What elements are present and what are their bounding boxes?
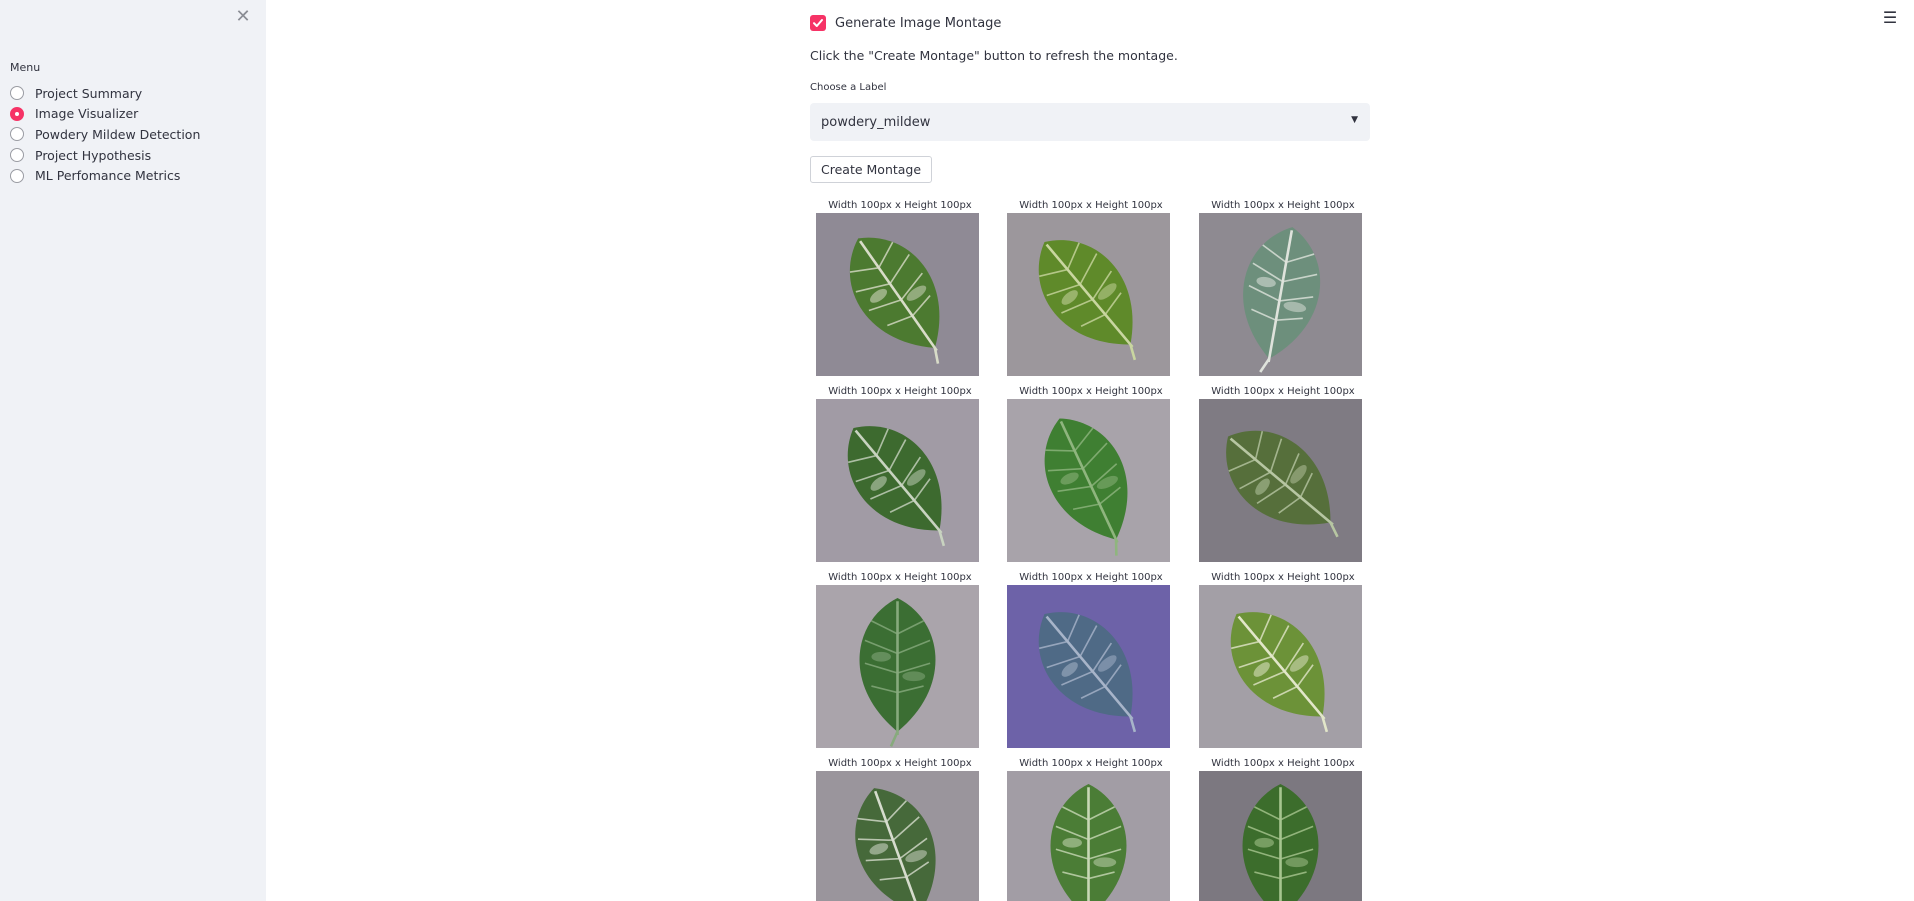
image-caption: Width 100px x Height 100px <box>1211 386 1355 397</box>
generate-montage-checkbox[interactable]: Generate Image Montage <box>810 15 1001 31</box>
image-caption: Width 100px x Height 100px <box>1019 386 1163 397</box>
info-text: Click the "Create Montage" button to ref… <box>810 48 1178 63</box>
image-caption: Width 100px x Height 100px <box>828 386 972 397</box>
image-caption: Width 100px x Height 100px <box>828 758 972 769</box>
image-caption: Width 100px x Height 100px <box>1211 200 1355 211</box>
image-caption: Width 100px x Height 100px <box>1019 200 1163 211</box>
radio-label: ML Perfomance Metrics <box>35 168 181 184</box>
radio-button-icon[interactable] <box>10 148 24 163</box>
image-caption: Width 100px x Height 100px <box>1019 572 1163 583</box>
montage-cell: Width 100px x Height 100px <box>1193 199 1370 376</box>
montage-cell: Width 100px x Height 100px <box>810 199 990 376</box>
leaf-image <box>816 771 979 901</box>
leaf-image <box>1199 771 1362 901</box>
menu-radio-powdery-mildew-detection[interactable]: Powdery Mildew Detection <box>10 124 200 145</box>
montage-cell: Width 100px x Height 100px <box>1193 571 1370 748</box>
menu-radio-project-summary[interactable]: Project Summary <box>10 83 200 104</box>
radio-label: Powdery Mildew Detection <box>35 126 201 142</box>
menu-radio-group: Project Summary Image Visualizer Powdery… <box>10 83 200 186</box>
label-select[interactable]: powdery_mildew ▼ <box>810 103 1370 141</box>
montage-cell: Width 100px x Height 100px <box>1001 757 1181 901</box>
radio-button-selected-icon[interactable] <box>10 106 24 121</box>
menu-radio-ml-performance-metrics[interactable]: ML Perfomance Metrics <box>10 165 200 186</box>
checkbox-label: Generate Image Montage <box>835 15 1002 31</box>
montage-cell: Width 100px x Height 100px <box>810 571 990 748</box>
radio-button-icon[interactable] <box>10 86 24 101</box>
montage-cell: Width 100px x Height 100px <box>1001 199 1181 376</box>
radio-button-icon[interactable] <box>10 127 24 142</box>
montage-cell: Width 100px x Height 100px <box>1193 385 1370 562</box>
leaf-image <box>816 399 979 562</box>
close-sidebar-icon[interactable]: ✕ <box>235 7 251 27</box>
image-caption: Width 100px x Height 100px <box>828 200 972 211</box>
menu-radio-project-hypothesis[interactable]: Project Hypothesis <box>10 145 200 166</box>
image-montage-grid: Width 100px x Height 100px Width 100px x … <box>810 199 1370 901</box>
select-label: Choose a Label <box>810 82 887 93</box>
checkbox-checked-icon[interactable] <box>810 15 826 31</box>
radio-label: Project Summary <box>35 85 143 101</box>
montage-cell: Width 100px x Height 100px <box>810 757 990 901</box>
leaf-image <box>1007 771 1170 901</box>
montage-cell: Width 100px x Height 100px <box>810 385 990 562</box>
montage-cell: Width 100px x Height 100px <box>1001 571 1181 748</box>
dropdown-caret-icon: ▼ <box>1351 115 1358 125</box>
leaf-image <box>1199 399 1362 562</box>
menu-radio-image-visualizer[interactable]: Image Visualizer <box>10 104 200 125</box>
radio-label: Image Visualizer <box>35 106 139 122</box>
hamburger-menu-icon[interactable]: ☰ <box>1880 8 1900 28</box>
menu-title: Menu <box>10 61 41 74</box>
montage-cell: Width 100px x Height 100px <box>1193 757 1370 901</box>
leaf-image <box>816 585 979 748</box>
create-montage-button[interactable]: Create Montage <box>810 156 933 183</box>
radio-button-icon[interactable] <box>10 168 24 183</box>
sidebar: ✕ Menu Project Summary Image Visualizer … <box>0 0 266 901</box>
leaf-image <box>1007 399 1170 562</box>
leaf-image <box>1199 585 1362 748</box>
leaf-image <box>816 213 979 376</box>
image-caption: Width 100px x Height 100px <box>1211 758 1355 769</box>
leaf-image <box>1199 213 1362 376</box>
radio-label: Project Hypothesis <box>35 147 152 163</box>
image-caption: Width 100px x Height 100px <box>1019 758 1163 769</box>
image-caption: Width 100px x Height 100px <box>828 572 972 583</box>
leaf-image <box>1007 585 1170 748</box>
montage-cell: Width 100px x Height 100px <box>1001 385 1181 562</box>
leaf-image <box>1007 213 1170 376</box>
image-caption: Width 100px x Height 100px <box>1211 572 1355 583</box>
select-value: powdery_mildew <box>821 114 931 130</box>
